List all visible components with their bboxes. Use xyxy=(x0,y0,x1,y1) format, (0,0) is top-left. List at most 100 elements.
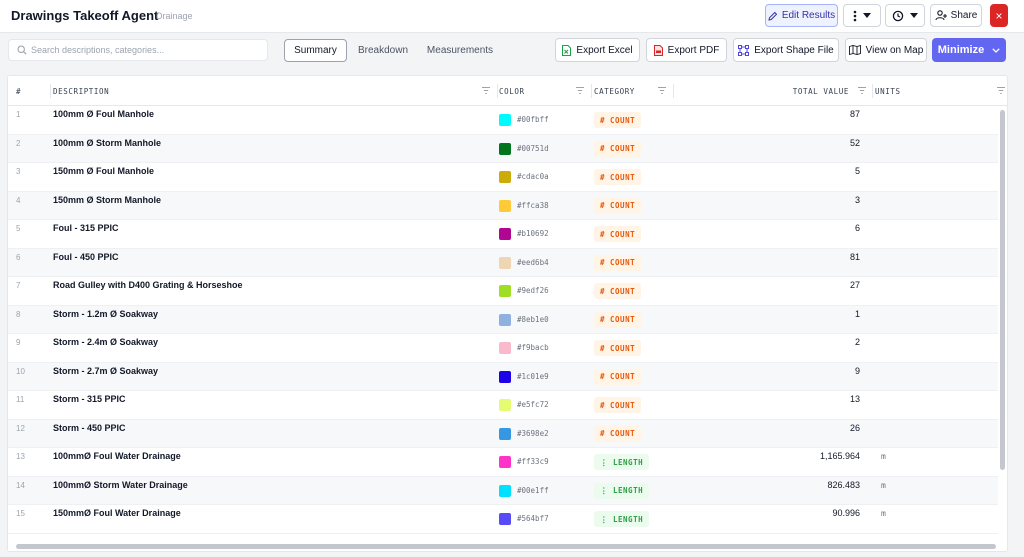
color-swatch[interactable] xyxy=(499,484,511,497)
color-swatch[interactable] xyxy=(499,399,511,411)
color-swatch[interactable] xyxy=(499,285,511,297)
column-header-units[interactable]: UNITS xyxy=(875,76,901,106)
view-on-map-label: View on Map xyxy=(865,44,924,56)
table-row[interactable]: 3 150mm Ø Foul Manhole #cdac0a # COUNT 5 xyxy=(8,163,998,192)
column-header-color[interactable]: COLOR xyxy=(499,76,525,106)
color-hex: #e5fc72 xyxy=(517,400,549,409)
chevron-down-icon xyxy=(992,47,1000,53)
close-button[interactable]: × xyxy=(990,4,1008,27)
horizontal-scrollbar[interactable] xyxy=(8,542,1007,551)
column-header-total-value[interactable]: TOTAL VALUE xyxy=(793,76,849,106)
table-row[interactable]: 14 100mmØ Storm Water Drainage #00e1ff ⋮ LE… xyxy=(8,476,998,505)
table-row[interactable]: 11 Storm - 315 PPIC #e5fc72 # COUNT 13 xyxy=(8,391,998,420)
table-row[interactable]: 15 150mmØ Foul Water Drainage #564bf7 ⋮ LEN… xyxy=(8,505,998,534)
column-header-description[interactable]: DESCRIPTION xyxy=(53,76,109,106)
row-number: 5 xyxy=(16,224,21,233)
edit-results-label: Edit Results xyxy=(781,10,836,21)
color-swatch[interactable] xyxy=(499,313,511,326)
column-divider xyxy=(50,84,51,98)
row-description: 150mm Ø Foul Manhole xyxy=(53,166,155,176)
minimize-button[interactable]: Minimize xyxy=(932,38,1006,62)
color-swatch[interactable] xyxy=(499,513,511,525)
export-shape-file-button[interactable]: Export Shape File xyxy=(733,38,839,62)
row-number: 14 xyxy=(16,480,25,490)
color-swatch[interactable] xyxy=(499,199,511,212)
filter-icon[interactable] xyxy=(858,87,866,94)
table-row[interactable]: 1 100mm Ø Foul Manhole #00fbff # COUNT 87 xyxy=(8,106,998,135)
tab-summary[interactable]: Summary xyxy=(284,39,347,62)
table-row[interactable]: 9 Storm - 2.4m Ø Soakway #f9bacb # COUNT 2 xyxy=(8,334,998,363)
color-hex: #564bf7 xyxy=(517,514,549,523)
table-row[interactable]: 2 100mm Ø Storm Manhole #00751d # COUNT 52 xyxy=(8,134,998,163)
vertical-scrollbar-thumb[interactable] xyxy=(1000,110,1005,470)
row-number: 1 xyxy=(16,110,21,119)
row-number: 15 xyxy=(16,509,25,518)
row-description: 100mmØ Foul Water Drainage xyxy=(53,451,181,461)
column-divider xyxy=(591,84,592,98)
vertical-scrollbar[interactable] xyxy=(999,106,1006,542)
category-badge: # COUNT xyxy=(594,169,642,185)
row-description: Storm - 2.4m Ø Soakway xyxy=(53,337,159,347)
color-swatch[interactable] xyxy=(499,171,511,183)
export-shape-file-label: Export Shape File xyxy=(754,44,834,56)
color-hex: #00e1ff xyxy=(517,485,549,495)
table-row[interactable]: 13 100mmØ Foul Water Drainage #ff33c9 ⋮ LEN… xyxy=(8,448,998,477)
row-number: 2 xyxy=(16,138,21,148)
color-swatch[interactable] xyxy=(499,456,511,468)
export-pdf-button[interactable]: Export PDF xyxy=(646,38,727,62)
color-swatch[interactable] xyxy=(499,114,511,126)
tab-measurements[interactable]: Measurements xyxy=(424,39,496,62)
row-number: 4 xyxy=(16,195,21,205)
row-number: 12 xyxy=(16,423,25,433)
table-row[interactable]: 8 Storm - 1.2m Ø Soakway #8eb1e0 # COUNT 1 xyxy=(8,305,998,334)
total-value: 2 xyxy=(854,337,860,347)
table-row[interactable]: 4 150mm Ø Storm Manhole #ffca38 # COUNT 3 xyxy=(8,191,998,220)
total-value: 27 xyxy=(849,280,860,290)
view-on-map-button[interactable]: View on Map xyxy=(845,38,927,62)
search-icon xyxy=(17,45,27,55)
filter-icon[interactable] xyxy=(576,87,584,94)
tab-breakdown[interactable]: Breakdown xyxy=(353,39,413,62)
column-header-category[interactable]: CATEGORY xyxy=(594,76,635,106)
color-swatch[interactable] xyxy=(499,142,511,155)
category-badge: # COUNT xyxy=(594,140,642,157)
total-value: 1,165.964 xyxy=(819,451,860,461)
total-value: 26 xyxy=(849,422,860,433)
color-hex: #ffca38 xyxy=(517,200,549,210)
row-description: Foul - 315 PPIC xyxy=(53,223,119,233)
total-value: 1 xyxy=(854,308,860,319)
table-row[interactable]: 7 Road Gulley with D400 Grating & Horsesh… xyxy=(8,277,998,306)
filter-icon[interactable] xyxy=(658,87,666,94)
export-excel-button[interactable]: Export Excel xyxy=(555,38,640,62)
color-swatch[interactable] xyxy=(499,427,511,440)
filter-icon[interactable] xyxy=(997,87,1005,94)
color-swatch[interactable] xyxy=(499,370,511,383)
table-row[interactable]: 5 Foul - 315 PPIC #b10692 # COUNT 6 xyxy=(8,220,998,249)
color-swatch[interactable] xyxy=(499,342,511,354)
category-badge: ⋮ LENGTH xyxy=(594,482,650,499)
table-row[interactable]: 6 Foul - 450 PPIC #eed6b4 # COUNT 81 xyxy=(8,248,998,277)
category-badge: # COUNT xyxy=(594,254,642,271)
minimize-label: Minimize xyxy=(937,44,985,56)
color-swatch[interactable] xyxy=(499,228,511,240)
close-icon: × xyxy=(995,8,1003,23)
more-options-button[interactable] xyxy=(843,4,881,27)
history-button[interactable] xyxy=(885,4,925,27)
table-row[interactable]: 10 Storm - 2.7m Ø Soakway #1c01e9 # COUNT 9 xyxy=(8,362,998,391)
row-description: 100mm Ø Foul Manhole xyxy=(53,109,155,119)
table-row[interactable]: 12 Storm - 450 PPIC #3698e2 # COUNT 26 xyxy=(8,419,998,448)
row-number: 8 xyxy=(16,309,21,319)
row-description: Storm - 450 PPIC xyxy=(53,422,126,433)
color-swatch[interactable] xyxy=(499,256,511,269)
share-label: Share xyxy=(950,10,978,21)
shape-icon xyxy=(738,44,750,56)
edit-results-button[interactable]: Edit Results xyxy=(765,4,838,27)
search-input[interactable] xyxy=(31,43,261,57)
share-button[interactable]: Share xyxy=(930,4,982,27)
total-value: 826.483 xyxy=(827,479,860,490)
filter-icon[interactable] xyxy=(482,87,490,94)
color-hex: #f9bacb xyxy=(517,343,549,352)
caret-down-icon xyxy=(863,13,871,18)
horizontal-scrollbar-thumb[interactable] xyxy=(16,544,996,549)
category-badge: ⋮ LENGTH xyxy=(594,454,650,470)
